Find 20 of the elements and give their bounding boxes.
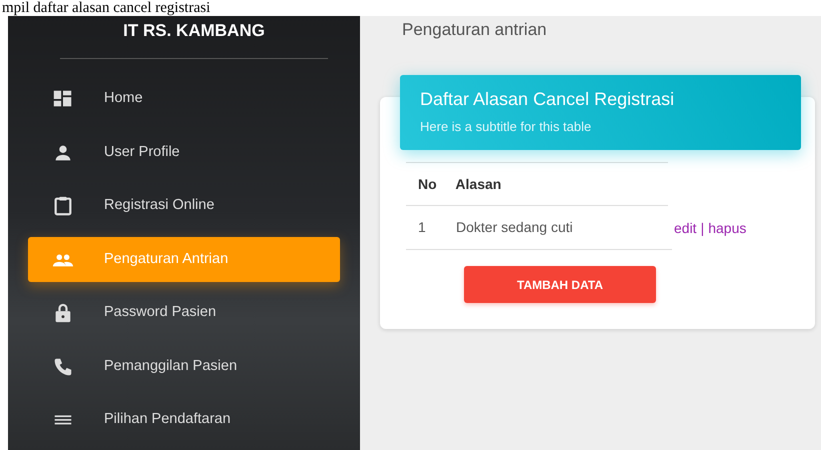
column-header: No <box>418 176 437 192</box>
caption-text: mpil daftar alasan cancel registrasi <box>1 0 212 16</box>
edit-link[interactable]: edit <box>674 218 697 238</box>
card-subtitle: Here is a subtitle for this table <box>420 118 592 136</box>
table-cell-text: Dokter sedang cuti <box>456 218 573 237</box>
sidebar-item[interactable]: Home <box>28 76 340 122</box>
add-data-button[interactable]: TAMBAH DATA <box>464 266 656 303</box>
sidebar-item[interactable]: Pemanggilan Pasien <box>28 344 340 389</box>
page-title: Pengaturan antrian <box>402 19 548 41</box>
sidebar-item[interactable]: Registrasi Online <box>28 184 340 228</box>
brand-title: IT RS. KAMBANG <box>60 16 328 58</box>
column-header: Alasan <box>455 176 502 192</box>
separator-text: | <box>700 218 704 238</box>
clipboard-icon <box>52 195 74 217</box>
card-title: Daftar Alasan Cancel Registrasi <box>420 88 676 111</box>
sidebar-item[interactable]: Pilihan Pendaftaran <box>28 398 340 442</box>
delete-link[interactable]: hapus <box>708 218 746 238</box>
table-cell-text: 1 <box>418 218 426 237</box>
sidebar-item[interactable]: Password Pasien <box>28 290 340 336</box>
sidebar-item[interactable]: User Profile <box>28 130 340 175</box>
